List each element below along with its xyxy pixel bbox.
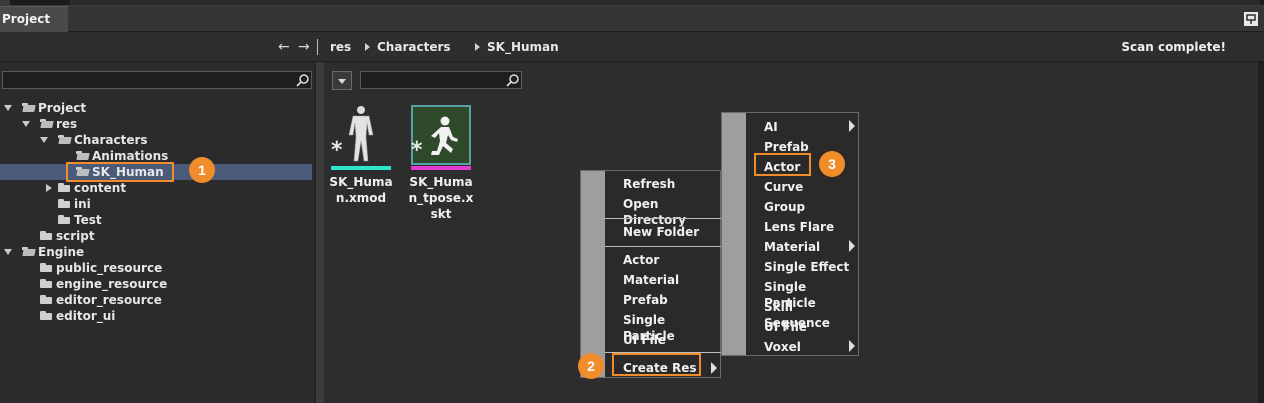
asset-type-bar: [411, 166, 471, 170]
menu-item-prefab[interactable]: Prefab: [623, 292, 668, 308]
top-strip-segment: [0, 0, 10, 5]
folder-icon: [58, 183, 70, 192]
folder-icon: [40, 231, 52, 240]
tree-node-label: Engine: [38, 245, 85, 259]
modified-star-icon: *: [411, 138, 423, 163]
callout-box-2: [612, 353, 701, 376]
breadcrumb-res[interactable]: res: [330, 40, 351, 54]
menu-item-actor[interactable]: Actor: [623, 252, 659, 268]
path-bar: ← → res Characters SK_Human Scan complet…: [0, 32, 1264, 62]
folder-icon: [40, 279, 52, 288]
callout-badge-3: 3: [819, 151, 845, 177]
create-res-submenu: AI Prefab Actor Curve Group Lens Flare M…: [721, 112, 859, 356]
asset-name-line: SK_Huma: [409, 175, 473, 189]
submenu-item-ai[interactable]: AI: [764, 119, 778, 135]
chevron-right-icon[interactable]: [365, 43, 370, 51]
asset-name: SK_Huma n.xmod: [326, 174, 396, 206]
tree-node-label: public_resource: [56, 261, 163, 275]
breadcrumb-sk-human[interactable]: SK_Human: [487, 40, 559, 54]
menu-item-material[interactable]: Material: [623, 272, 679, 288]
asset-name-line: n.xmod: [335, 191, 387, 205]
asset-type-bar: [331, 166, 391, 170]
callout-badge-2: 2: [578, 353, 604, 379]
status-text: Scan complete!: [1121, 40, 1226, 54]
menu-item-new-folder[interactable]: New Folder: [623, 224, 699, 240]
submenu-arrow-icon: [849, 240, 855, 252]
menu-gutter: [581, 171, 605, 377]
tree-node-label: content: [74, 181, 127, 195]
expand-arrow-icon[interactable]: [4, 105, 12, 111]
folder-icon: [40, 295, 52, 304]
tab-project[interactable]: Project: [0, 6, 68, 32]
submenu-item-curve[interactable]: Curve: [764, 179, 803, 195]
submenu-item-group[interactable]: Group: [764, 199, 805, 215]
submenu-item-voxel[interactable]: Voxel: [764, 339, 801, 355]
submenu-item-material[interactable]: Material: [764, 239, 820, 255]
expand-arrow-icon[interactable]: [22, 121, 30, 127]
filter-dropdown-button[interactable]: [332, 71, 352, 90]
menu-gutter: [722, 113, 746, 355]
path-separator: [317, 39, 318, 55]
forward-button[interactable]: →: [298, 39, 310, 55]
context-menu: Refresh Open Directory New Folder Actor …: [580, 170, 721, 378]
asset-item-xmod[interactable]: * SK_Huma n.xmod: [326, 105, 394, 215]
tree-node-label: res: [56, 117, 78, 131]
folder-icon: [58, 215, 70, 224]
scrollbar[interactable]: [1258, 62, 1264, 403]
callout-badge-1: 1: [189, 157, 215, 183]
tree-node-label: engine_resource: [56, 277, 168, 291]
submenu-arrow-icon: [849, 120, 855, 132]
expand-arrow-icon[interactable]: [40, 137, 48, 143]
tree-node-label: Project: [38, 101, 87, 115]
project-tree-pane: Project res Characters Animations SK_Hum…: [0, 62, 316, 403]
folder-open-icon: [58, 135, 70, 144]
menu-separator: [605, 246, 721, 247]
tree-node-label: ini: [74, 197, 91, 211]
chevron-right-icon[interactable]: [475, 43, 480, 51]
callout-box-1: [66, 162, 174, 182]
pin-icon[interactable]: [1244, 12, 1258, 26]
top-strip-segment: [70, 0, 1260, 5]
submenu-item-ui-file[interactable]: UI File: [764, 319, 807, 335]
tree-node-label: Test: [74, 213, 102, 227]
asset-name-line: skt: [430, 207, 452, 221]
tree-node-label: editor_resource: [56, 293, 162, 307]
folder-icon: [40, 263, 52, 272]
tab-project-label: Project: [2, 12, 51, 26]
asset-name-line: n_tpose.x: [408, 191, 474, 205]
collapse-arrow-icon[interactable]: [46, 184, 52, 192]
folder-open-icon: [76, 151, 88, 160]
pin-icon-glyph: [1244, 12, 1258, 26]
submenu-item-single-effect[interactable]: Single Effect: [764, 259, 849, 275]
submenu-item-lens-flare[interactable]: Lens Flare: [764, 219, 834, 235]
search-icon[interactable]: [296, 73, 310, 87]
asset-search-input[interactable]: [360, 71, 522, 89]
expand-arrow-icon[interactable]: [4, 249, 12, 255]
callout-box-3: [754, 153, 811, 176]
folder-open-icon: [22, 247, 34, 256]
breadcrumb-characters[interactable]: Characters: [377, 40, 451, 54]
tree-search-input[interactable]: [2, 71, 312, 89]
menu-item-ui-file[interactable]: UI File: [623, 332, 666, 348]
modified-star-icon: *: [331, 138, 343, 163]
asset-name: SK_Huma n_tpose.x skt: [406, 174, 476, 222]
folder-icon: [58, 199, 70, 208]
menu-separator: [605, 218, 721, 219]
tree-node-label: Characters: [74, 133, 148, 147]
search-icon[interactable]: [506, 73, 520, 87]
submenu-arrow-icon: [849, 340, 855, 352]
back-button[interactable]: ←: [278, 39, 290, 55]
tab-bar: Project: [0, 6, 1264, 32]
asset-name-line: SK_Huma: [329, 175, 393, 189]
pane-splitter[interactable]: [316, 62, 324, 403]
folder-open-icon: [40, 119, 52, 128]
asset-item-xskt[interactable]: * SK_Huma n_tpose.x skt: [406, 105, 476, 222]
tree-node-label: script: [56, 229, 95, 243]
folder-open-icon: [22, 103, 34, 112]
tree-node-label: editor_ui: [56, 309, 116, 323]
submenu-arrow-icon: [711, 362, 717, 374]
menu-item-refresh[interactable]: Refresh: [623, 176, 675, 192]
folder-icon: [40, 311, 52, 320]
